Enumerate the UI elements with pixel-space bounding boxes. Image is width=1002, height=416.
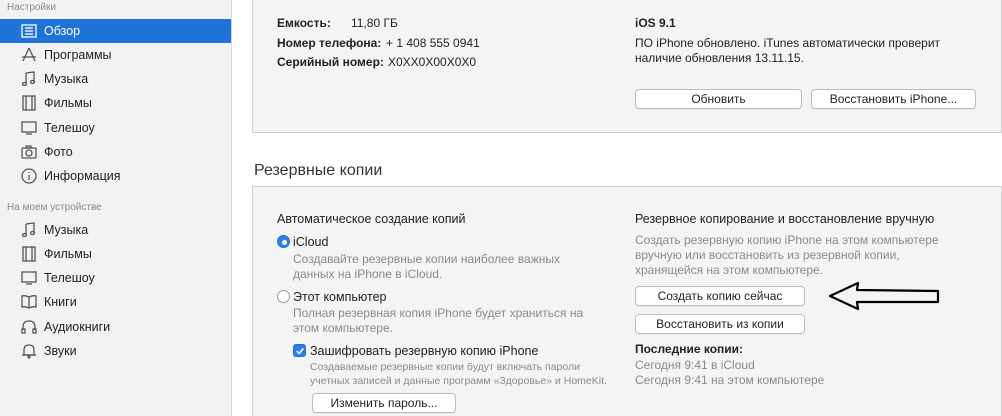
sidebar-item-label: Программы (44, 48, 112, 62)
phone-label: Номер телефона: (277, 36, 382, 50)
sidebar-item-photos[interactable]: Фото (0, 140, 231, 164)
ios-version: iOS 9.1 (635, 16, 676, 30)
this-computer-radio[interactable] (277, 290, 290, 303)
sidebar-section-device: На моем устройстве (7, 202, 102, 213)
phone-value: + 1 408 555 0941 (386, 36, 480, 50)
audiobook-icon (19, 317, 39, 337)
sidebar-item-summary[interactable]: Обзор (0, 19, 231, 43)
summary-icon (19, 21, 39, 41)
apps-icon (19, 45, 39, 65)
sidebar-item-tvshows[interactable]: Телешоу (0, 116, 231, 140)
info-icon (19, 166, 39, 186)
sidebar-item-label: Книги (44, 295, 77, 309)
icloud-label[interactable]: iCloud (293, 235, 328, 249)
serial-value: X0XX0X00X0X0 (388, 55, 477, 69)
sidebar-item-device-music[interactable]: Музыка (0, 218, 231, 242)
encrypt-desc-line2: учетных записей и данные программ «Здоро… (310, 375, 607, 387)
sidebar-item-apps[interactable]: Программы (0, 43, 231, 67)
update-status-line1: ПО iPhone обновлено. iTunes автоматическ… (635, 36, 941, 50)
sidebar-item-label: Фильмы (44, 247, 92, 261)
sidebar-item-label: Музыка (44, 72, 89, 86)
manual-backup-heading: Резервное копирование и восстановление в… (635, 212, 935, 226)
encrypt-desc-line1: Создаваемые резервные копии будут включа… (310, 361, 580, 373)
main-content: Емкость: 11,80 ГБ Номер телефона: + 1 40… (232, 0, 1002, 416)
manual-desc-line3: хранящейся на этом компьютере. (635, 263, 824, 277)
sidebar-item-device-movies[interactable]: Фильмы (0, 242, 231, 266)
sidebar-item-label: Фото (44, 145, 73, 159)
computer-desc-line1: Полная резервная копия iPhone будет хран… (293, 306, 584, 320)
bell-icon (19, 341, 39, 361)
tv-icon (19, 268, 39, 288)
sidebar-item-label: Телешоу (44, 121, 95, 135)
encrypt-checkbox[interactable] (293, 344, 306, 357)
sidebar: Настройки Обзор Программы Музыка Фильмы … (0, 0, 232, 416)
manual-desc-line1: Создать резервную копию iPhone на этом к… (635, 233, 939, 247)
camera-icon (19, 142, 39, 162)
checkmark-icon (295, 347, 304, 355)
encrypt-label[interactable]: Зашифровать резервную копию iPhone (310, 344, 538, 358)
manual-desc-line2: вручную или восстановить из резервной ко… (635, 248, 900, 262)
book-icon (19, 292, 39, 312)
update-status-line2: наличие обновления 13.11.15. (635, 51, 804, 65)
annotation-arrow-icon (828, 281, 940, 311)
sidebar-item-music[interactable]: Музыка (0, 67, 231, 91)
sidebar-item-label: Телешоу (44, 271, 95, 285)
sidebar-section-settings: Настройки (7, 2, 57, 13)
backup-now-button[interactable]: Создать копию сейчас (635, 286, 805, 306)
latest-computer: Сегодня 9:41 на этом компьютере (635, 373, 825, 387)
icloud-radio[interactable] (277, 235, 290, 248)
sidebar-item-label: Аудиокниги (44, 320, 111, 334)
film-icon (19, 244, 39, 264)
sidebar-item-label: Обзор (44, 24, 81, 38)
sidebar-item-label: Информация (44, 169, 121, 183)
change-password-button[interactable]: Изменить пароль... (312, 393, 456, 413)
tv-icon (19, 118, 39, 138)
auto-backup-heading: Автоматическое создание копий (277, 212, 466, 226)
update-button[interactable]: Обновить (635, 89, 802, 109)
music-note-icon (19, 69, 39, 89)
icloud-desc-line2: данных на iPhone в iCloud. (293, 267, 443, 281)
music-note-icon (19, 220, 39, 240)
capacity-value: 11,80 ГБ (351, 16, 398, 30)
sidebar-item-label: Музыка (44, 223, 89, 237)
serial-label: Серийный номер: (277, 55, 384, 69)
sidebar-item-label: Звуки (44, 344, 77, 358)
sidebar-item-movies[interactable]: Фильмы (0, 91, 231, 115)
icloud-desc-line1: Создавайте резервные копии наиболее важн… (293, 252, 560, 266)
backups-heading: Резервные копии (254, 162, 383, 179)
sidebar-item-label: Фильмы (44, 96, 92, 110)
latest-icloud: Сегодня 9:41 в iCloud (635, 358, 755, 372)
restore-backup-button[interactable]: Восстановить из копии (635, 314, 805, 334)
capacity-label: Емкость: (277, 16, 331, 30)
latest-backups-heading: Последние копии: (635, 342, 744, 356)
film-icon (19, 93, 39, 113)
sidebar-item-device-tones[interactable]: Звуки (0, 339, 231, 363)
sidebar-item-device-books[interactable]: Книги (0, 290, 231, 314)
this-computer-label[interactable]: Этот компьютер (293, 290, 386, 304)
sidebar-item-device-tvshows[interactable]: Телешоу (0, 266, 231, 290)
restore-iphone-button[interactable]: Восстановить iPhone... (811, 89, 976, 109)
sidebar-item-device-audiobooks[interactable]: Аудиокниги (0, 315, 231, 339)
computer-desc-line2: этом компьютере. (293, 321, 393, 335)
sidebar-item-info[interactable]: Информация (0, 164, 231, 188)
